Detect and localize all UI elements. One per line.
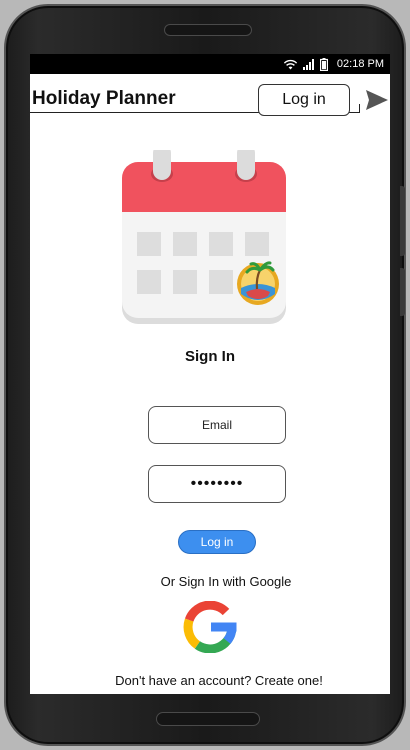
battery-icon — [319, 57, 328, 71]
google-signin-prompt: Or Sign In with Google — [160, 574, 292, 589]
create-account-link[interactable]: Don't have an account? Create one! — [30, 673, 390, 688]
power-button — [400, 268, 405, 316]
signal-icon — [302, 58, 315, 70]
wifi-icon — [283, 59, 298, 70]
sign-in-title: Sign In — [185, 348, 235, 365]
google-icon — [183, 600, 237, 654]
header-login-button[interactable]: Log in — [258, 84, 350, 116]
app-title: Holiday Planner — [32, 88, 176, 109]
status-time: 02:18 PM — [336, 58, 384, 70]
password-field[interactable] — [148, 465, 286, 503]
login-button[interactable]: Log in — [178, 530, 256, 554]
status-bar: 02:18 PM — [30, 54, 390, 74]
calendar-illustration — [122, 144, 286, 326]
app-screen: 02:18 PM Holiday Planner Log in Sign In … — [30, 54, 390, 694]
header-divider-tick — [359, 104, 360, 113]
google-signin-button[interactable] — [180, 600, 240, 654]
app-header: Holiday Planner Log in — [30, 74, 390, 116]
send-icon[interactable] — [365, 88, 389, 112]
volume-button — [400, 186, 405, 256]
bottom-speaker — [156, 712, 260, 726]
email-field[interactable] — [148, 406, 286, 444]
earpiece-speaker — [164, 24, 252, 36]
